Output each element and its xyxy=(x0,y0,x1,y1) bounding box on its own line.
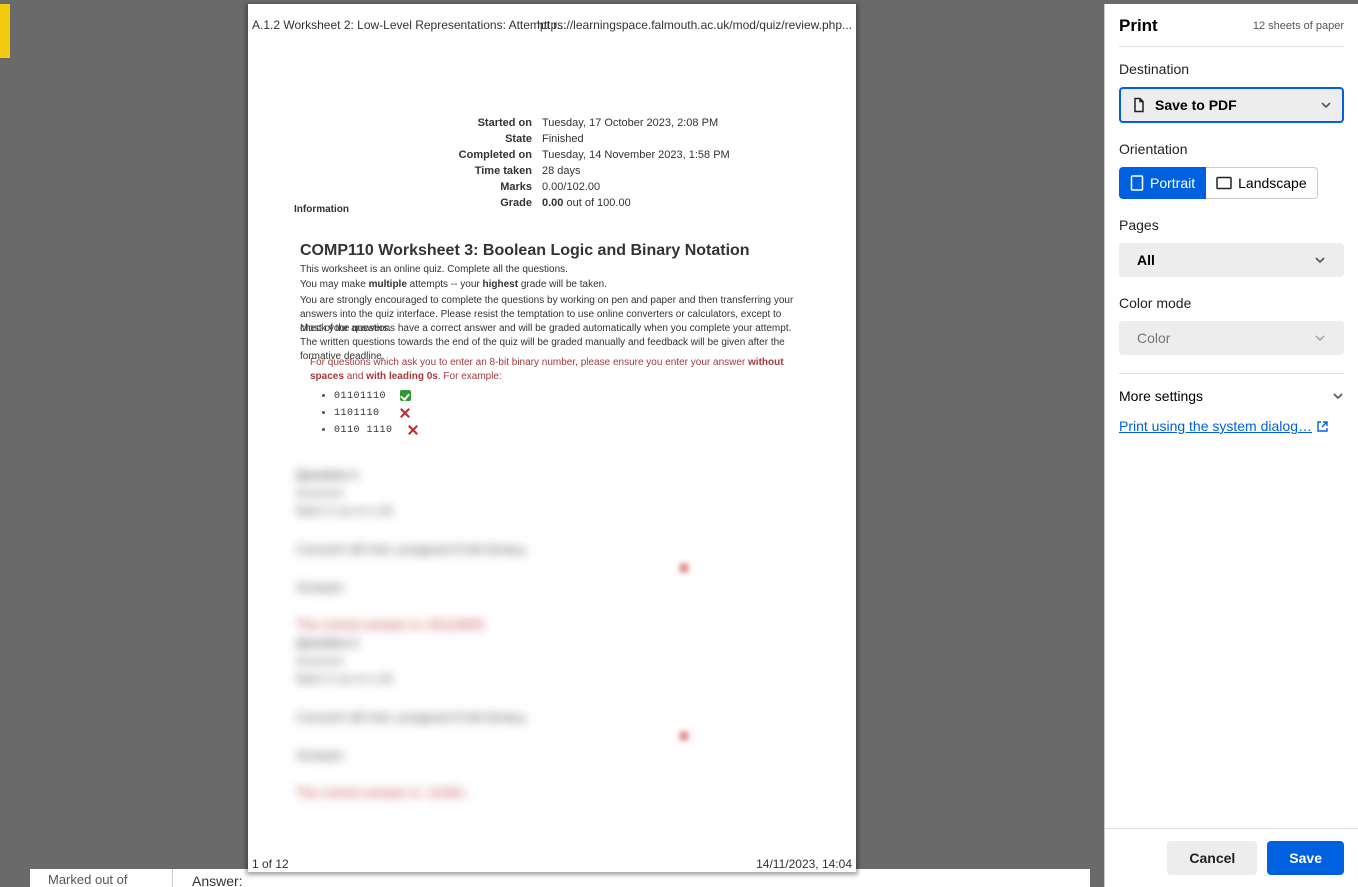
destination-value: Save to PDF xyxy=(1155,97,1237,113)
pages-value: All xyxy=(1137,252,1155,268)
external-link-icon xyxy=(1316,420,1329,433)
portrait-button[interactable]: Portrait xyxy=(1119,167,1206,199)
preview-footer-date: 14/11/2023, 14:04 xyxy=(756,857,852,871)
example-wrong-1: 1101110 xyxy=(334,405,790,422)
destination-label: Destination xyxy=(1119,61,1344,77)
cross-icon xyxy=(399,407,410,418)
bg-separator xyxy=(172,869,173,887)
check-icon xyxy=(400,390,411,401)
color-mode-select[interactable]: Color xyxy=(1119,321,1344,355)
chevron-down-icon xyxy=(1332,390,1344,402)
landscape-button[interactable]: Landscape xyxy=(1206,167,1318,199)
divider xyxy=(1119,373,1344,374)
save-button[interactable]: Save xyxy=(1267,841,1344,875)
worksheet-title: COMP110 Worksheet 3: Boolean Logic and B… xyxy=(300,242,750,260)
intro-p1: This worksheet is an online quiz. Comple… xyxy=(300,263,800,277)
more-settings-label: More settings xyxy=(1119,388,1203,404)
blurred-question-1: Question 1 Incorrect Mark 0 out of 1.00 … xyxy=(296,466,528,634)
chevron-down-icon xyxy=(1314,254,1326,266)
print-title: Print xyxy=(1119,16,1158,36)
attempt-summary-table: Started onTuesday, 17 October 2023, 2:08… xyxy=(326,114,736,212)
color-mode-label: Color mode xyxy=(1119,295,1344,311)
chevron-down-icon xyxy=(1320,99,1332,111)
cross-icon xyxy=(407,424,418,435)
preview-header-url: https://learningspace.falmouth.ac.uk/mod… xyxy=(537,18,852,32)
bg-marked-out-label: Marked out of xyxy=(48,872,128,887)
landscape-label: Landscape xyxy=(1238,175,1307,191)
sheet-count: 12 sheets of paper xyxy=(1253,20,1344,32)
destination-select[interactable]: Save to PDF xyxy=(1119,87,1344,123)
preview-header-title: A.1.2 Worksheet 2: Low-Level Representat… xyxy=(252,18,567,32)
example-correct: 01101110 xyxy=(334,388,790,405)
blurred-cross-icon xyxy=(678,562,690,574)
bg-yellow-strip xyxy=(0,4,10,58)
example-wrong-2: 0110 1110 xyxy=(334,422,790,439)
pages-select[interactable]: All xyxy=(1119,243,1344,277)
information-label: Information xyxy=(294,204,349,215)
orientation-label: Orientation xyxy=(1119,141,1344,157)
blurred-cross-icon xyxy=(678,730,690,742)
bg-answer-label: Answer: xyxy=(192,873,243,887)
format-instructions: For questions which ask you to enter an … xyxy=(300,350,800,447)
pages-label: Pages xyxy=(1119,217,1344,233)
portrait-label: Portrait xyxy=(1150,175,1195,191)
portrait-icon xyxy=(1130,175,1144,191)
system-dialog-label: Print using the system dialog… xyxy=(1119,418,1312,434)
landscape-icon xyxy=(1216,176,1232,190)
print-panel-footer: Cancel Save xyxy=(1105,828,1358,887)
preview-footer-page: 1 of 12 xyxy=(252,857,289,871)
blurred-question-2: Question 2 Incorrect Mark 0 out of 1.00 … xyxy=(296,634,528,802)
more-settings-toggle[interactable]: More settings xyxy=(1119,388,1344,404)
print-panel: Print 12 sheets of paper Destination Sav… xyxy=(1104,4,1358,887)
chevron-down-icon xyxy=(1314,332,1326,344)
print-preview-page: A.1.2 Worksheet 2: Low-Level Representat… xyxy=(248,4,856,872)
system-dialog-link[interactable]: Print using the system dialog… xyxy=(1119,418,1329,434)
cancel-button[interactable]: Cancel xyxy=(1167,841,1257,875)
document-icon xyxy=(1131,97,1147,113)
color-mode-value: Color xyxy=(1137,330,1170,346)
intro-p2: You may make multiple attempts -- your h… xyxy=(300,278,800,292)
